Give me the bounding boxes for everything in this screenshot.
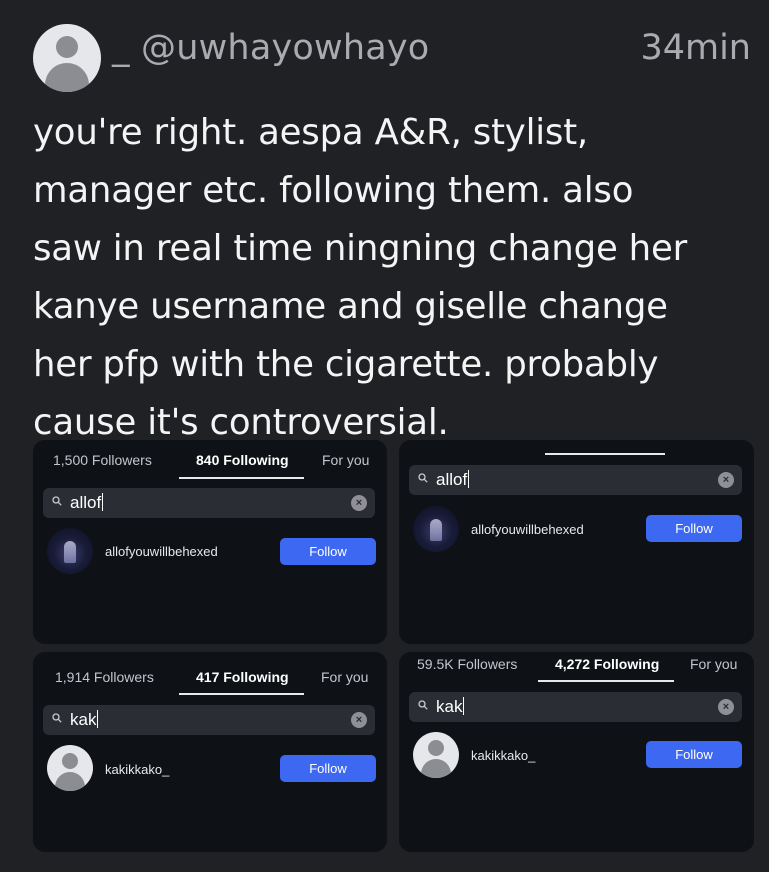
text-caret — [463, 697, 465, 715]
tab-bar: 1,500 Followers 840 Following For you — [33, 440, 387, 480]
text-caret — [97, 710, 99, 728]
post-username[interactable]: _ @uwhayowhayo — [112, 28, 429, 68]
default-user-avatar-icon[interactable] — [413, 732, 459, 778]
avatar-head — [56, 36, 78, 58]
active-tab-underline — [179, 693, 304, 695]
tab-following[interactable]: 4,272 Following — [555, 656, 659, 672]
avatar-body — [421, 759, 451, 778]
screenshot-panel-3[interactable]: 1,914 Followers 417 Following For you ka… — [33, 652, 387, 852]
avatar-head — [62, 753, 78, 769]
text-caret — [102, 493, 104, 511]
search-query-text: kak — [436, 697, 463, 716]
follow-button[interactable]: Follow — [646, 741, 742, 768]
search-query-text: allof — [70, 493, 102, 512]
search-query: allof — [436, 470, 470, 490]
post-text-line: her pfp with the cigarette. probably — [33, 344, 659, 385]
tab-bar: 59.5K Followers 4,272 Following For you — [399, 652, 754, 692]
tab-followers[interactable]: 59.5K Followers — [417, 656, 517, 672]
tab-followers[interactable]: 1,914 Followers — [55, 669, 154, 685]
screenshot-panel-4[interactable]: 59.5K Followers 4,272 Following For you … — [399, 652, 754, 852]
result-username[interactable]: allofyouwillbehexed — [105, 544, 218, 559]
tab-bar: 1,914 Followers 417 Following For you — [33, 652, 387, 695]
avatar-head — [428, 740, 444, 756]
post-body: you're right. aespa A&R, stylist, manage… — [33, 104, 753, 452]
search-input[interactable]: kak × — [409, 692, 742, 722]
clear-icon[interactable]: × — [351, 495, 367, 511]
search-query-text: kak — [70, 710, 97, 729]
tab-for-you[interactable]: For you — [321, 669, 368, 685]
tab-following[interactable]: 840 Following — [196, 452, 289, 468]
screenshot-panel-2[interactable]: allof × allofyouwillbehexed Follow — [399, 440, 754, 644]
post-text-line: you're right. aespa A&R, stylist, — [33, 112, 589, 153]
search-input[interactable]: allof × — [409, 465, 742, 495]
result-avatar[interactable] — [413, 506, 459, 552]
active-tab-underline — [179, 477, 304, 479]
result-username[interactable]: kakikkako_ — [471, 748, 535, 763]
active-tab-underline — [538, 680, 674, 682]
post-timestamp: 34min — [640, 28, 751, 68]
clear-icon[interactable]: × — [718, 699, 734, 715]
screenshot-panel-1[interactable]: 1,500 Followers 840 Following For you al… — [33, 440, 387, 644]
figure-icon — [430, 519, 442, 541]
tab-for-you[interactable]: For you — [322, 452, 369, 468]
clear-icon[interactable]: × — [718, 472, 734, 488]
tab-for-you[interactable]: For you — [690, 656, 737, 672]
figure-icon — [64, 541, 76, 563]
user-avatar-icon[interactable] — [33, 24, 101, 92]
active-tab-underline — [545, 453, 665, 455]
post-text-line: manager etc. following them. also — [33, 170, 634, 211]
tab-following[interactable]: 417 Following — [196, 669, 289, 685]
default-user-avatar-icon[interactable] — [47, 745, 93, 791]
search-input[interactable]: allof × — [43, 488, 375, 518]
search-icon — [418, 700, 428, 710]
tab-followers[interactable]: 1,500 Followers — [53, 452, 152, 468]
result-avatar[interactable] — [47, 528, 93, 574]
avatar-body — [45, 63, 89, 92]
text-caret — [468, 470, 470, 488]
result-username[interactable]: kakikkako_ — [105, 762, 169, 777]
follow-button[interactable]: Follow — [280, 538, 376, 565]
search-query-text: allof — [436, 470, 468, 489]
post-header: _ @uwhayowhayo 34min — [0, 0, 769, 100]
result-username[interactable]: allofyouwillbehexed — [471, 522, 584, 537]
post-text-line: kanye username and giselle change — [33, 286, 668, 327]
search-icon — [418, 473, 428, 483]
post-text-line: saw in real time ningning change her — [33, 228, 688, 269]
follow-button[interactable]: Follow — [646, 515, 742, 542]
search-query: kak — [436, 697, 465, 717]
search-icon — [52, 496, 62, 506]
search-input[interactable]: kak × — [43, 705, 375, 735]
avatar-body — [55, 772, 85, 791]
search-query: kak — [70, 710, 99, 730]
clear-icon[interactable]: × — [351, 712, 367, 728]
follow-button[interactable]: Follow — [280, 755, 376, 782]
search-query: allof — [70, 493, 104, 513]
search-icon — [52, 713, 62, 723]
